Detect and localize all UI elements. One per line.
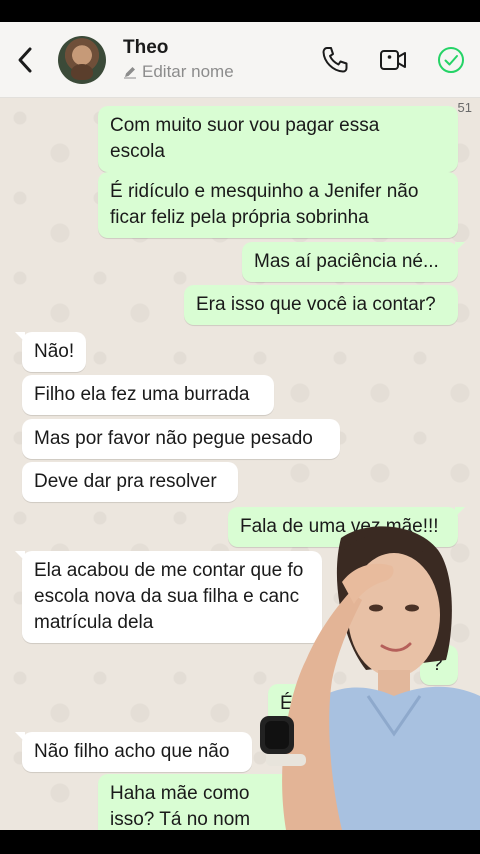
message-bubble[interactable]: Mas aí paciência né... bbox=[242, 242, 465, 282]
woman-reacting-icon bbox=[260, 526, 480, 830]
message-bubble[interactable]: Não filho acho que não bbox=[15, 732, 252, 772]
edit-name-link[interactable]: Editar nome bbox=[123, 62, 306, 82]
message-text: Deve dar pra resolver bbox=[34, 471, 217, 492]
message-text: É ridículo e mesquinho a Jenifer não bbox=[110, 181, 419, 202]
message-text: escola bbox=[110, 141, 165, 162]
message-text: ficar feliz pela própria sobrinha bbox=[110, 207, 369, 228]
person-overlay bbox=[246, 520, 480, 830]
corner-number: 51 bbox=[457, 100, 472, 115]
avatar[interactable] bbox=[58, 35, 106, 84]
back-button[interactable] bbox=[0, 22, 50, 98]
contact-name: Theo bbox=[123, 37, 169, 58]
message-text: Mas aí paciência né... bbox=[254, 251, 439, 272]
message-text: Filho ela fez uma burrada bbox=[34, 384, 250, 405]
voice-call-button[interactable] bbox=[306, 22, 364, 98]
bottom-black-bar bbox=[0, 830, 480, 854]
video-call-icon bbox=[380, 49, 406, 70]
message-text: Era isso que você ia contar? bbox=[196, 294, 436, 315]
back-arrow-icon bbox=[18, 47, 32, 72]
message-bubble[interactable]: Era isso que você ia contar? bbox=[184, 285, 458, 325]
message-bubble[interactable]: Filho ela fez uma burrada bbox=[22, 375, 274, 415]
phone-icon bbox=[322, 46, 348, 72]
chat-header: Theo Editar nome bbox=[0, 22, 480, 98]
pencil-icon bbox=[124, 67, 136, 79]
check-circle-icon bbox=[438, 46, 464, 73]
video-call-button[interactable] bbox=[364, 22, 422, 98]
top-black-bar bbox=[0, 0, 480, 22]
message-bubble[interactable]: Mas por favor não pegue pesado bbox=[22, 419, 340, 459]
message-bubble[interactable]: Com muito suor vou pagar essa escola bbox=[98, 106, 458, 172]
contact-info[interactable]: Theo Editar nome bbox=[123, 37, 306, 82]
message-text: Mas por favor não pegue pesado bbox=[34, 428, 313, 449]
message-bubble[interactable]: É ridículo e mesquinho a Jenifer não fic… bbox=[98, 172, 458, 238]
message-bubble[interactable]: Deve dar pra resolver bbox=[22, 462, 238, 502]
message-text: Não filho acho que não bbox=[34, 741, 230, 762]
message-bubble[interactable]: Não! bbox=[15, 332, 86, 372]
verified-check-button[interactable] bbox=[422, 22, 480, 98]
edit-name-label: Editar nome bbox=[142, 62, 234, 81]
message-text: Não! bbox=[34, 341, 75, 362]
message-text: Com muito suor vou pagar essa bbox=[110, 115, 380, 136]
